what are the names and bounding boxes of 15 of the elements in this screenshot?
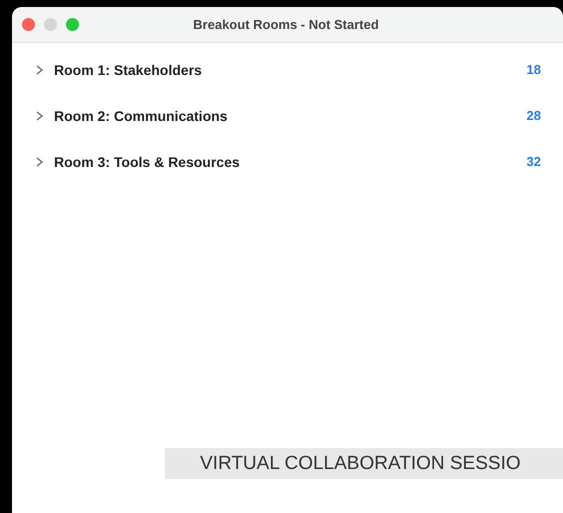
close-button[interactable] [22,18,35,31]
chevron-icon[interactable] [34,65,44,75]
chevron-icon[interactable] [34,111,44,121]
room-name: Room 3: Tools & Resources [54,152,240,172]
window-title: Breakout Rooms - Not Started [192,16,380,34]
participant-count: 28 [526,107,541,126]
participant-count: 18 [526,61,541,80]
participant-count: 32 [526,153,541,172]
room-name: Room 2: Communications [54,106,228,126]
room-name: Room 1: Stakeholders [54,60,202,80]
room-row[interactable]: Room 3: Tools & Resources 32 [12,139,563,185]
room-row[interactable]: Room 2: Communications 28 [12,93,563,139]
caption-bar: VIRTUAL COLLABORATION SESSIO [165,448,563,479]
chevron-icon[interactable] [34,157,44,167]
room-row[interactable]: Room 1: Stakeholders 18 [12,47,563,93]
